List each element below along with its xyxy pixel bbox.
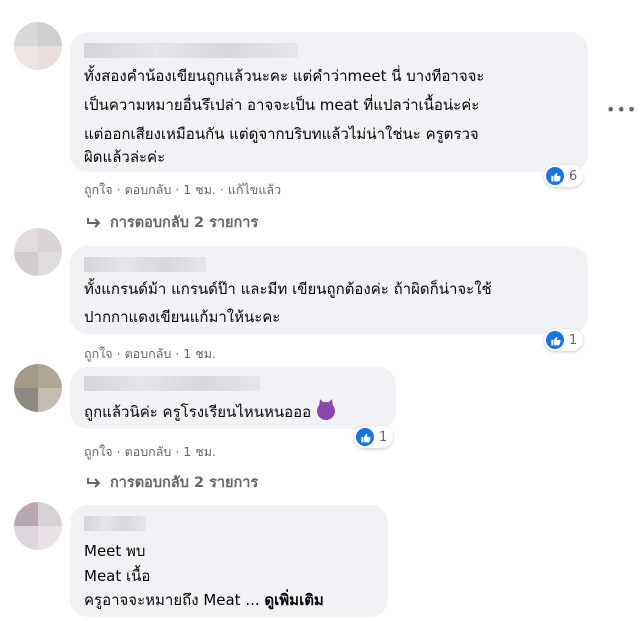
reply-link[interactable]: ตอบกลับ <box>125 180 172 200</box>
reply-arrow-icon <box>87 477 101 488</box>
reply-link[interactable]: ตอบกลับ <box>125 442 172 462</box>
comment-actions: ถูกใจ · ตอบกลับ · 1 ชม. <box>84 344 216 364</box>
more-horizontal-icon[interactable]: ••• <box>606 100 637 119</box>
comment-text-line: Meet พบ <box>84 542 146 560</box>
avatar[interactable] <box>14 22 62 70</box>
like-reaction-icon <box>546 331 564 349</box>
commenter-name[interactable] <box>84 43 298 58</box>
reaction-count-value: 6 <box>569 168 578 184</box>
reply-arrow-icon <box>87 217 101 228</box>
comment-text-line: ครูอาจจะหมายถึง Meat ... ดูเพิ่มเติม <box>84 591 324 609</box>
like-reaction-icon <box>546 167 564 185</box>
reaction-count[interactable]: 6 <box>544 165 584 187</box>
avatar[interactable] <box>14 502 62 550</box>
view-replies-label: การตอบกลับ 2 รายการ <box>110 475 259 491</box>
comment-text-line: ปากกาแดงเขียนแก้มาให้นะคะ <box>84 308 281 326</box>
view-replies-link[interactable]: การตอบกลับ 2 รายการ <box>86 471 258 494</box>
comment-bubble: Meet พบ Meat เนื้อ ครูอาจจะหมายถึง Meat … <box>70 505 388 617</box>
like-link[interactable]: ถูกใจ <box>84 442 113 462</box>
like-link[interactable]: ถูกใจ <box>84 344 113 364</box>
timestamp[interactable]: 1 ชม. <box>183 344 216 364</box>
like-link[interactable]: ถูกใจ <box>84 180 113 200</box>
edited-label: แก้ไขแล้ว <box>227 182 282 197</box>
view-replies-label: การตอบกลับ 2 รายการ <box>110 215 259 231</box>
comment-text-line: ผิดแล้วล่ะค่ะ <box>84 148 166 166</box>
reaction-count-value: 1 <box>379 429 388 445</box>
like-reaction-icon <box>356 428 374 446</box>
reaction-count[interactable]: 1 <box>354 426 394 448</box>
comment-text-line: ทั้งสองคำน้องเขียนถูกแล้วนะคะ แต่คำว่าme… <box>84 67 485 85</box>
comment-actions: ถูกใจ · ตอบกลับ · 1 ชม. <box>84 442 216 462</box>
view-replies-link[interactable]: การตอบกลับ 2 รายการ <box>86 211 258 234</box>
reply-link[interactable]: ตอบกลับ <box>125 344 172 364</box>
timestamp[interactable]: 1 ชม. <box>183 180 216 200</box>
comment-text-line: แต่ออกเสียงเหมือนกัน แต่ดูจากบริบทแล้วไม… <box>84 125 479 143</box>
commenter-name[interactable] <box>84 257 206 272</box>
smiling-devil-emoji <box>317 402 336 420</box>
comment-actions: ถูกใจ · ตอบกลับ · 1 ชม. · แก้ไขแล้ว <box>84 180 281 200</box>
reaction-count-value: 1 <box>569 332 578 348</box>
comment-text-line: ถูกแล้วนิค่ะ ครูโรงเรียนไหนหนอออ <box>84 402 336 422</box>
see-more-link[interactable]: ดูเพิ่มเติม <box>264 591 323 609</box>
comment-bubble: ทั้งแกรนด์ม้า แกรนด์ป๊า และมีท เขียนถูกต… <box>70 246 588 334</box>
commenter-name[interactable] <box>84 376 260 391</box>
commenter-name[interactable] <box>84 516 146 531</box>
comment-bubble: ทั้งสองคำน้องเขียนถูกแล้วนะคะ แต่คำว่าme… <box>70 32 588 172</box>
comment-bubble: ถูกแล้วนิค่ะ ครูโรงเรียนไหนหนอออ <box>70 367 396 429</box>
reaction-count[interactable]: 1 <box>544 329 584 351</box>
avatar[interactable] <box>14 228 62 276</box>
comment-text-line: Meat เนื้อ <box>84 567 151 585</box>
timestamp[interactable]: 1 ชม. <box>183 442 216 462</box>
comment-text-line: ทั้งแกรนด์ม้า แกรนด์ป๊า และมีท เขียนถูกต… <box>84 280 492 298</box>
comment-text-line: เป็นความหมายอื่นรึเปล่า อาจจะเป็น meat ท… <box>84 96 480 114</box>
avatar[interactable] <box>14 364 62 412</box>
